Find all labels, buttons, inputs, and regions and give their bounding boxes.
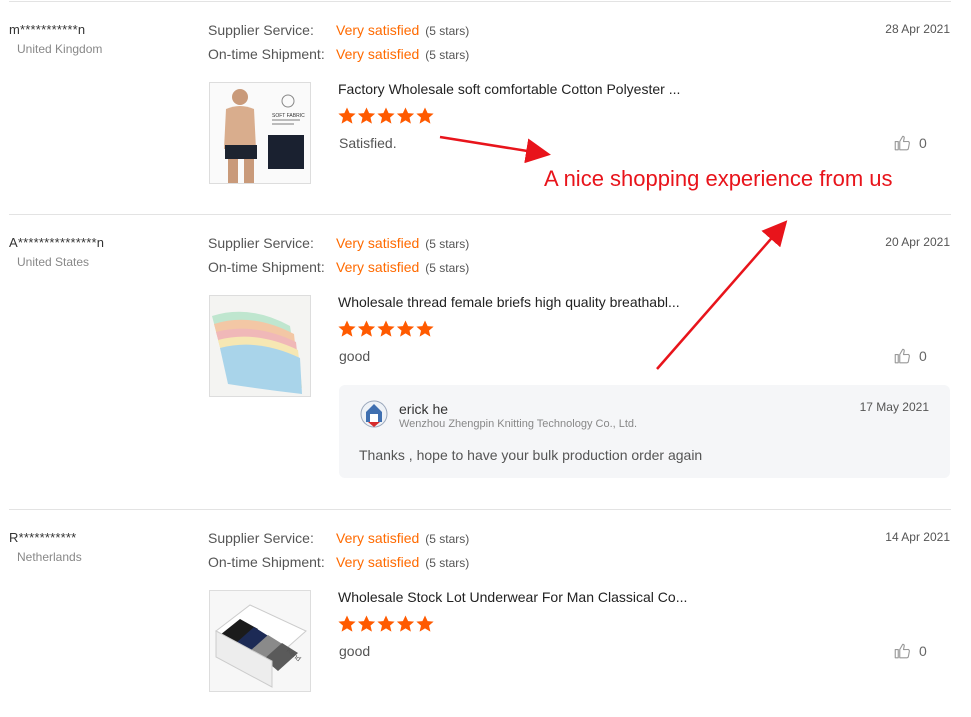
star-icon	[377, 107, 395, 124]
like-count: 0	[919, 643, 927, 659]
rating-stars-text: (5 stars)	[425, 48, 470, 62]
reply-company: Wenzhou Zhengpin Knitting Technology Co.…	[399, 418, 638, 430]
rating-stars-text: (5 stars)	[425, 532, 470, 546]
rating-value: Very satisfied	[336, 235, 420, 251]
review-comment: good	[339, 643, 371, 659]
product-title[interactable]: Wholesale Stock Lot Underwear For Man Cl…	[338, 589, 687, 605]
rating-label: Supplier Service:	[208, 235, 314, 251]
like-button[interactable]: 0	[893, 134, 927, 152]
star-icon	[416, 320, 434, 337]
star-icon	[357, 615, 376, 632]
star-icon	[396, 107, 415, 124]
rating-stars-text: (5 stars)	[425, 556, 470, 570]
like-button[interactable]: 0	[893, 642, 927, 660]
supplier-service-rating: Supplier Service: Very satisfied (5 stars)	[208, 22, 469, 38]
review-date: 28 Apr 2021	[885, 22, 950, 36]
like-button[interactable]: 0	[893, 347, 927, 365]
supplier-service-rating: Supplier Service: Very satisfied (5 stars)	[208, 235, 469, 251]
star-rating	[337, 319, 437, 344]
star-icon	[357, 320, 376, 337]
star-icon	[338, 320, 356, 337]
star-rating	[337, 614, 437, 639]
shipment-rating: On-time Shipment: Very satisfied (5 stars)	[208, 554, 469, 570]
rating-value: Very satisfied	[336, 259, 420, 275]
buyer-country: United Kingdom	[17, 42, 103, 56]
rating-value: Very satisfied	[336, 22, 420, 38]
rating-label: Supplier Service:	[208, 22, 314, 38]
rating-value: Very satisfied	[336, 46, 420, 62]
annotation-arrows	[439, 135, 788, 370]
rating-value: Very satisfied	[336, 554, 420, 570]
review-divider	[9, 509, 951, 510]
arrow-to-review	[439, 135, 551, 164]
product-thumbnail[interactable]: Kend	[209, 590, 311, 692]
star-icon	[396, 320, 415, 337]
reply-text: Thanks , hope to have your bulk producti…	[359, 447, 703, 463]
rating-value: Very satisfied	[336, 530, 420, 546]
rating-label: Supplier Service:	[208, 530, 314, 546]
star-icon	[396, 615, 415, 632]
buyer-name: m***********n	[9, 22, 86, 37]
reply-date: 17 May 2021	[859, 400, 929, 414]
rating-label: On-time Shipment:	[208, 554, 325, 570]
thumbs-up-icon	[894, 348, 910, 364]
review-divider	[9, 214, 951, 215]
rating-stars-text: (5 stars)	[425, 24, 470, 38]
buyer-name: R***********	[9, 530, 77, 545]
thumbs-up-icon	[894, 135, 910, 151]
rating-label: On-time Shipment:	[208, 259, 325, 275]
star-icon	[338, 615, 356, 632]
reply-author: erick he	[399, 401, 449, 417]
rating-stars-text: (5 stars)	[425, 261, 470, 275]
star-rating	[337, 106, 437, 131]
annotation-text: A nice shopping experience from us	[544, 166, 893, 191]
buyer-country: Netherlands	[17, 550, 82, 564]
like-count: 0	[919, 348, 927, 364]
star-icon	[416, 615, 434, 632]
supplier-reply: erick he Wenzhou Zhengpin Knitting Techn…	[339, 385, 950, 478]
thumbnail-caption: SOFT FABRIC	[272, 113, 305, 119]
thumbs-up-icon	[894, 643, 910, 659]
product-thumbnail[interactable]	[209, 295, 311, 397]
review-comment: Satisfied.	[339, 135, 397, 151]
like-count: 0	[919, 135, 927, 151]
review-date: 20 Apr 2021	[885, 235, 950, 249]
star-icon	[377, 320, 395, 337]
product-title[interactable]: Factory Wholesale soft comfortable Cotto…	[338, 81, 680, 97]
buyer-country: United States	[17, 255, 90, 269]
star-icon	[357, 107, 376, 124]
star-icon	[338, 107, 356, 124]
supplier-service-rating: Supplier Service: Very satisfied (5 stars)	[208, 530, 469, 546]
supplier-avatar	[359, 398, 389, 430]
star-icon	[416, 107, 434, 124]
shipment-rating: On-time Shipment: Very satisfied (5 stars)	[208, 46, 469, 62]
rating-label: On-time Shipment:	[208, 46, 325, 62]
review-comment: good	[339, 348, 371, 364]
product-title[interactable]: Wholesale thread female briefs high qual…	[338, 294, 680, 310]
product-thumbnail[interactable]: SOFT FABRIC	[209, 82, 311, 184]
shipment-rating: On-time Shipment: Very satisfied (5 stars)	[208, 259, 469, 275]
rating-stars-text: (5 stars)	[425, 237, 470, 251]
review-divider	[9, 1, 951, 2]
star-icon	[377, 615, 395, 632]
buyer-name: A***************n	[9, 235, 105, 250]
review-date: 14 Apr 2021	[885, 530, 950, 544]
